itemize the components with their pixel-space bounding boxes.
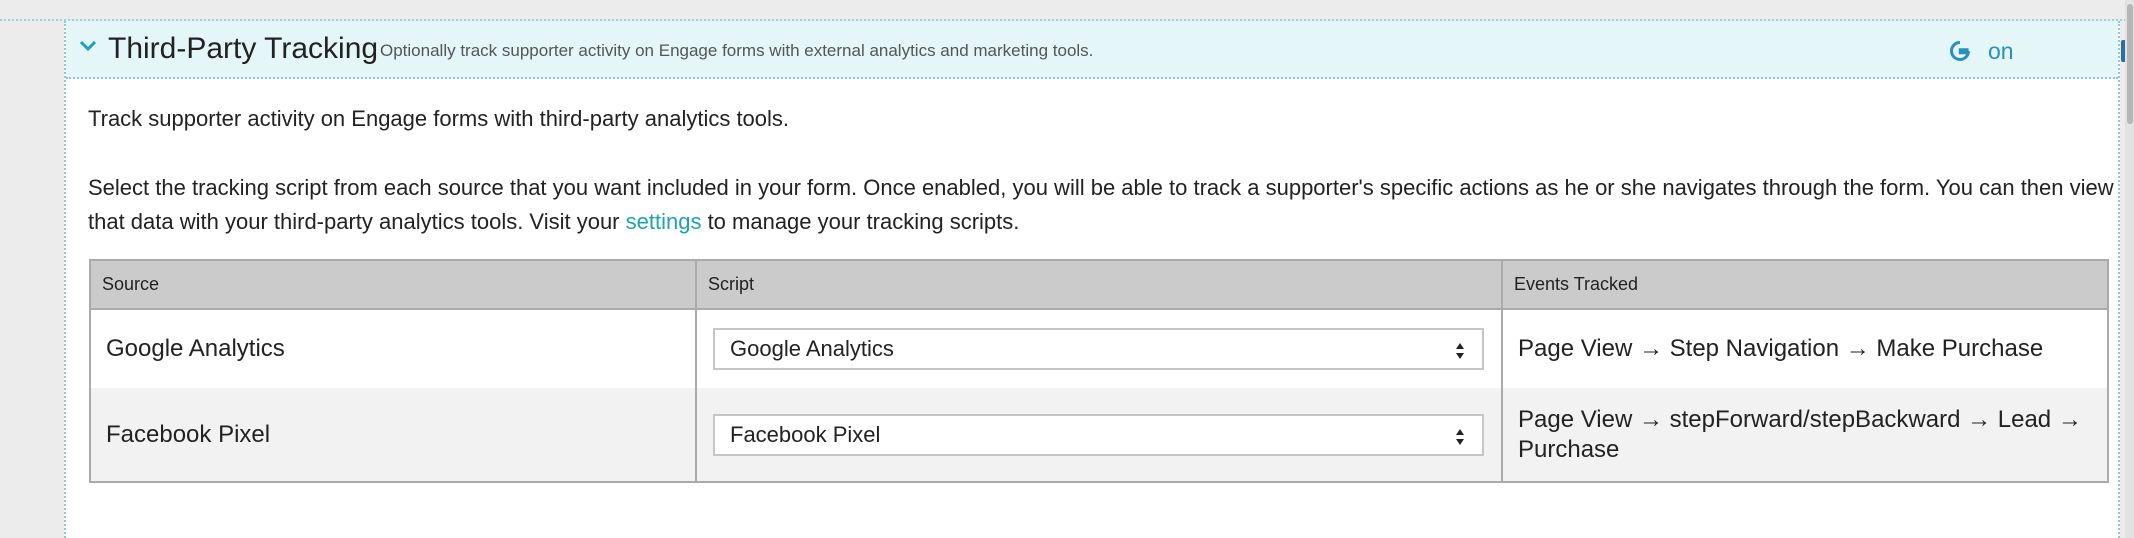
table-row: Facebook Pixel Facebook Pixel Page View … (90, 388, 2108, 482)
instructions-text: Select the tracking script from each sou… (88, 171, 2118, 239)
section-header[interactable]: Third-Party Tracking Optionally track su… (66, 21, 2134, 79)
tracking-table: Source Script Events Tracked Google Anal… (89, 259, 2109, 483)
column-header-script: Script (696, 260, 1503, 310)
third-party-tracking-panel: Third-Party Tracking Optionally track su… (64, 21, 2134, 538)
table-header-row: Source Script Events Tracked (90, 260, 2108, 310)
settings-link[interactable]: settings (626, 209, 702, 234)
scrollbar-thumb[interactable] (2127, 4, 2133, 124)
events-cell: Page View → stepForward/stepBackward → L… (1502, 388, 2108, 482)
script-cell: Facebook Pixel (696, 388, 1503, 482)
events-cell: Page View → Step Navigation → Make Purch… (1502, 309, 2108, 388)
script-select-facebook[interactable]: Facebook Pixel (713, 413, 1484, 456)
google-icon (1950, 40, 1971, 61)
table-row: Google Analytics Google Analytics Page V… (90, 309, 2108, 388)
source-cell: Facebook Pixel (90, 388, 697, 482)
source-cell: Google Analytics (90, 309, 697, 388)
script-select-google[interactable]: Google Analytics (713, 328, 1484, 370)
google-status-label: on (1988, 38, 2014, 64)
select-arrows-icon (1456, 428, 1464, 445)
column-header-source: Source (90, 260, 697, 310)
section-title: Third-Party Tracking (108, 32, 379, 65)
script-select-value: Facebook Pixel (730, 421, 881, 447)
select-arrows-icon (1456, 343, 1464, 359)
chevron-down-icon[interactable] (77, 35, 99, 57)
section-subtitle: Optionally track supporter activity on E… (380, 41, 1094, 60)
script-select-value: Google Analytics (730, 336, 894, 361)
instructions-before: Select the tracking script from each sou… (88, 175, 2114, 234)
intro-text: Track supporter activity on Engage forms… (88, 106, 790, 131)
column-header-events: Events Tracked (1502, 260, 2108, 310)
script-cell: Google Analytics (696, 309, 1503, 388)
instructions-after: to manage your tracking scripts. (701, 209, 1020, 234)
google-status: on (1948, 35, 2014, 67)
